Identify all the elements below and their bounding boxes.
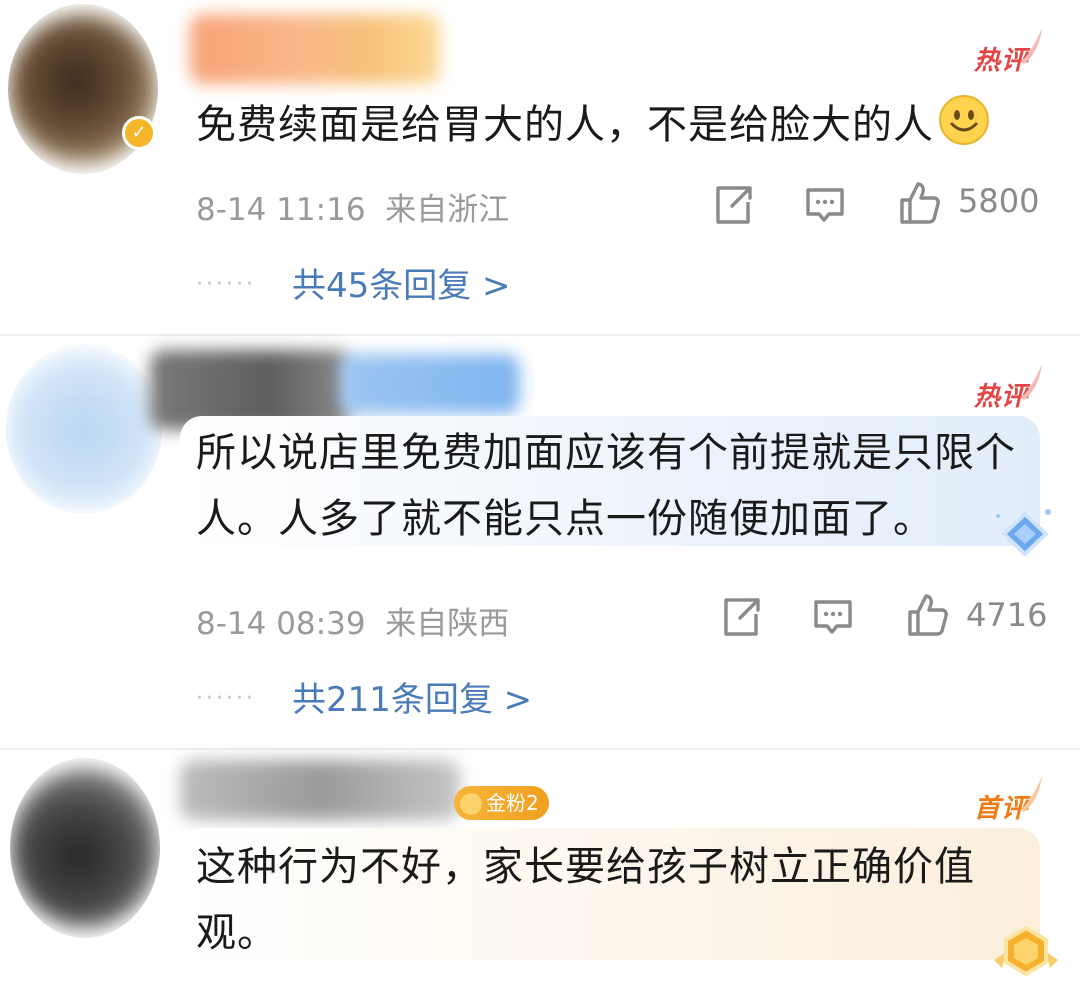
comment-item: 热评 所以说店里免费加面应该有个前提就是只限个 人。人多了就不能只点一份随便加面… [0,336,1080,748]
comment-time: 8-14 11:16 [196,192,366,228]
replies-count[interactable]: 共45条回复 > [292,266,511,306]
username-redacted[interactable] [180,760,460,820]
like-icon[interactable] [896,180,942,226]
gold-medal-badge-icon [994,925,1058,977]
reply-dots: ······ [196,272,256,297]
name-badge-redacted [340,354,520,414]
avatar[interactable] [6,344,162,514]
gold-fan-badge[interactable]: 金粉2 [454,786,549,820]
view-replies-link[interactable]: ······ 共211条回复 > [196,672,532,721]
comment-time: 8-14 08:39 [196,606,366,642]
tag-swoosh-icon [1020,776,1042,812]
comment-meta: 8-14 11:16 来自浙江 [196,184,509,229]
like-icon[interactable] [904,592,950,638]
comment-item: ✓ 热评 免费续面是给胃大的人，不是给脸大的人 8-14 11:16 来自浙江 … [0,0,1080,334]
repost-icon[interactable] [710,182,756,228]
like-count: 5800 [958,182,1040,220]
replies-count[interactable]: 共211条回复 > [292,680,532,720]
hot-comment-tag: 热评 [974,28,1042,77]
comment-text: 所以说店里免费加面应该有个前提就是只限个 人。人多了就不能只点一份随便加面了。 [196,430,1016,542]
avatar[interactable] [10,758,160,938]
comment-icon[interactable] [802,182,848,228]
diamond-badge-icon [996,509,1051,557]
comment-text: 这种行为不好，家长要给孩子树立正确价值 观。 [196,844,975,956]
comment-item: 金粉2 首评 这种行为不好，家长要给孩子树立正确价值 观。 [0,750,1080,982]
comment-meta: 8-14 08:39 来自陕西 [196,598,509,643]
comment-text: 免费续面是给胃大的人，不是给脸大的人 [196,92,990,158]
fan-coin-icon [460,793,482,815]
first-comment-tag: 首评 [974,776,1042,825]
reply-dots: ······ [196,686,256,711]
repost-icon[interactable] [718,594,764,640]
smile-emoji-icon [939,95,989,145]
comment-location: 来自陕西 [385,606,510,642]
tag-swoosh-icon [1020,28,1042,64]
verified-icon: ✓ [122,116,156,150]
like-count: 4716 [966,596,1048,634]
comment-location: 来自浙江 [385,192,510,228]
username-redacted[interactable] [190,14,440,84]
hot-comment-tag: 热评 [974,364,1042,413]
view-replies-link[interactable]: ······ 共45条回复 > [196,258,511,307]
tag-swoosh-icon [1020,364,1042,400]
comment-icon[interactable] [810,594,856,640]
